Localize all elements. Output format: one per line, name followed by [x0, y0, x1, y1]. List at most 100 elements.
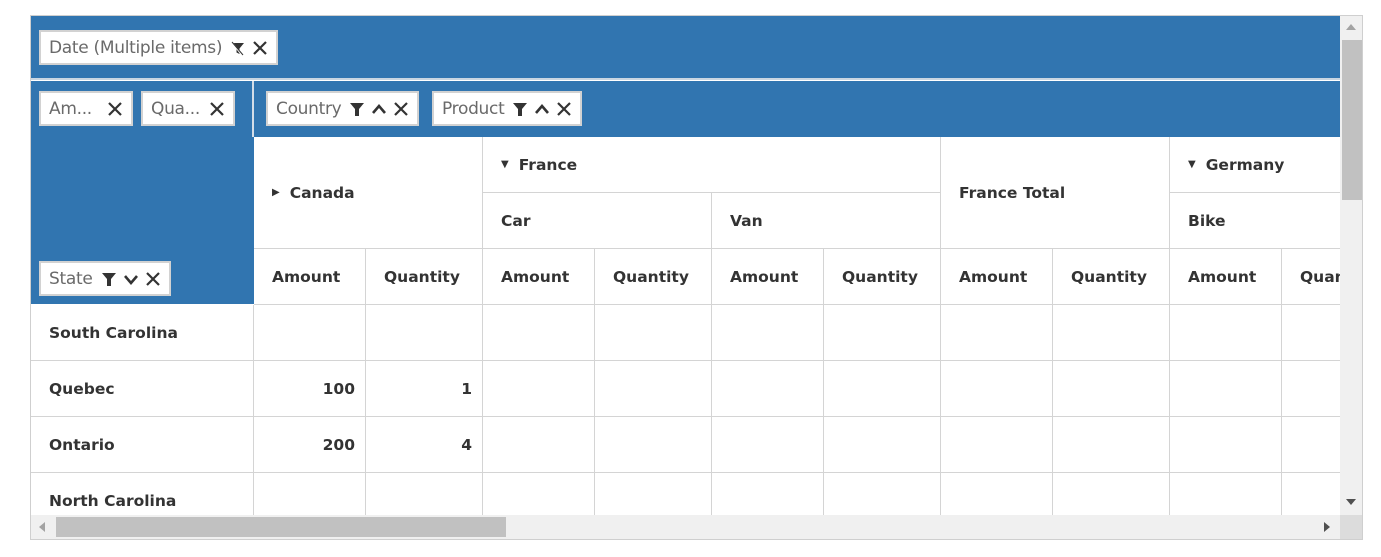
filter-chip-date[interactable]: Date (Multiple items) [39, 30, 279, 65]
value-cell[interactable]: 100 [254, 361, 366, 417]
column-header-bike[interactable]: Bike [1170, 193, 1362, 249]
chip-label: Qua... [151, 98, 200, 119]
measure-header[interactable]: Amount [941, 249, 1053, 305]
measure-header[interactable]: Amount [254, 249, 366, 305]
row-header-label: Ontario [49, 435, 115, 454]
value-cell[interactable] [1170, 361, 1282, 417]
pivot-grid: Date (Multiple items) Am... Qua... Count… [30, 15, 1363, 540]
measure-header-label: Quantity [842, 267, 918, 286]
measure-header-label: Amount [272, 267, 341, 286]
row-header-label: Quebec [49, 379, 115, 398]
rows-area: State [31, 137, 254, 304]
funnel-icon[interactable] [347, 99, 367, 119]
funnel-icon[interactable] [99, 269, 119, 289]
measure-header[interactable]: Quantity [824, 249, 941, 305]
collapse-icon[interactable]: ▼ [1188, 159, 1196, 170]
row-header-label: North Carolina [49, 491, 177, 510]
value-cell[interactable] [366, 305, 483, 361]
vertical-scroll-thumb[interactable] [1342, 40, 1362, 200]
funnel-icon[interactable] [510, 99, 530, 119]
value-cell[interactable] [483, 305, 595, 361]
sort-descending-icon[interactable] [121, 269, 141, 289]
column-header-label: Canada [289, 183, 355, 202]
value-cell[interactable] [483, 417, 595, 473]
value-cell[interactable]: 4 [366, 417, 483, 473]
columns-area: Country Product [257, 81, 1340, 137]
value-cell[interactable] [712, 361, 824, 417]
filtered-funnel-icon[interactable] [228, 38, 248, 58]
value-cell[interactable] [1053, 361, 1170, 417]
chip-label: Am... [49, 98, 92, 119]
value-cell[interactable] [1053, 305, 1170, 361]
close-icon[interactable] [207, 99, 227, 119]
measure-header-label: Quantity [1071, 267, 1147, 286]
value-cell[interactable] [824, 305, 941, 361]
column-chip-country[interactable]: Country [266, 91, 420, 126]
column-header-car[interactable]: Car [483, 193, 712, 249]
row-header[interactable]: Quebec [31, 361, 254, 417]
close-icon[interactable] [554, 99, 574, 119]
expand-icon[interactable]: ▶ [272, 187, 280, 198]
column-header-label: Car [501, 211, 531, 230]
scroll-up-icon[interactable] [1346, 24, 1356, 30]
chip-label: Date (Multiple items) [49, 37, 223, 58]
close-icon[interactable] [250, 38, 270, 58]
measure-header[interactable]: Amount [1170, 249, 1282, 305]
horizontal-scrollbar[interactable] [31, 515, 1340, 539]
row-header[interactable]: Ontario [31, 417, 254, 473]
sort-ascending-icon[interactable] [369, 99, 389, 119]
value-cell[interactable] [254, 305, 366, 361]
sort-ascending-icon[interactable] [532, 99, 552, 119]
vertical-scrollbar[interactable] [1340, 16, 1362, 515]
value-chip-amount[interactable]: Am... [39, 91, 133, 126]
measure-header[interactable]: Quantity [366, 249, 483, 305]
value-cell[interactable] [941, 361, 1053, 417]
value-cell[interactable] [824, 361, 941, 417]
measure-header[interactable]: Amount [483, 249, 595, 305]
value-chip-quantity[interactable]: Qua... [141, 91, 235, 126]
scroll-right-icon[interactable] [1324, 522, 1330, 532]
close-icon[interactable] [143, 269, 163, 289]
scroll-left-icon[interactable] [39, 522, 45, 532]
measure-header-label: Amount [959, 267, 1028, 286]
value-cell[interactable] [595, 361, 712, 417]
measure-header[interactable]: Amount [712, 249, 824, 305]
value-cell[interactable] [595, 305, 712, 361]
measure-header-label: Amount [730, 267, 799, 286]
value-cell[interactable] [941, 417, 1053, 473]
value-cell[interactable] [1170, 305, 1282, 361]
column-header-france-total[interactable]: France Total [941, 137, 1170, 249]
value-cell[interactable] [1170, 417, 1282, 473]
column-header-label: Van [730, 211, 763, 230]
measure-header[interactable]: Quantity [1053, 249, 1170, 305]
value-cell[interactable] [595, 417, 712, 473]
value-cell[interactable]: 200 [254, 417, 366, 473]
column-chip-product[interactable]: Product [432, 91, 583, 126]
column-header-label: Bike [1188, 211, 1226, 230]
horizontal-scroll-thumb[interactable] [56, 517, 506, 537]
column-header-van[interactable]: Van [712, 193, 941, 249]
column-header-label: Germany [1205, 155, 1285, 174]
value-cell[interactable] [483, 361, 595, 417]
values-area: Am... Qua... [31, 81, 254, 137]
measure-header-label: Quantity [613, 267, 689, 286]
row-header[interactable]: South Carolina [31, 305, 254, 361]
value-cell[interactable] [941, 305, 1053, 361]
close-icon[interactable] [105, 99, 125, 119]
scroll-down-icon[interactable] [1346, 499, 1356, 505]
value-cell[interactable] [712, 305, 824, 361]
chip-label: Country [276, 98, 342, 119]
column-header-germany[interactable]: ▼ Germany [1170, 137, 1362, 193]
axis-row: Am... Qua... Country Product [31, 81, 1340, 137]
close-icon[interactable] [391, 99, 411, 119]
collapse-icon[interactable]: ▼ [501, 159, 509, 170]
column-header-france[interactable]: ▼ France [483, 137, 941, 193]
scrollbar-corner [1340, 515, 1362, 539]
column-header-canada[interactable]: ▶ Canada [254, 137, 483, 249]
row-chip-state[interactable]: State [39, 261, 171, 296]
value-cell[interactable] [712, 417, 824, 473]
measure-header[interactable]: Quantity [595, 249, 712, 305]
value-cell[interactable] [824, 417, 941, 473]
value-cell[interactable] [1053, 417, 1170, 473]
value-cell[interactable]: 1 [366, 361, 483, 417]
